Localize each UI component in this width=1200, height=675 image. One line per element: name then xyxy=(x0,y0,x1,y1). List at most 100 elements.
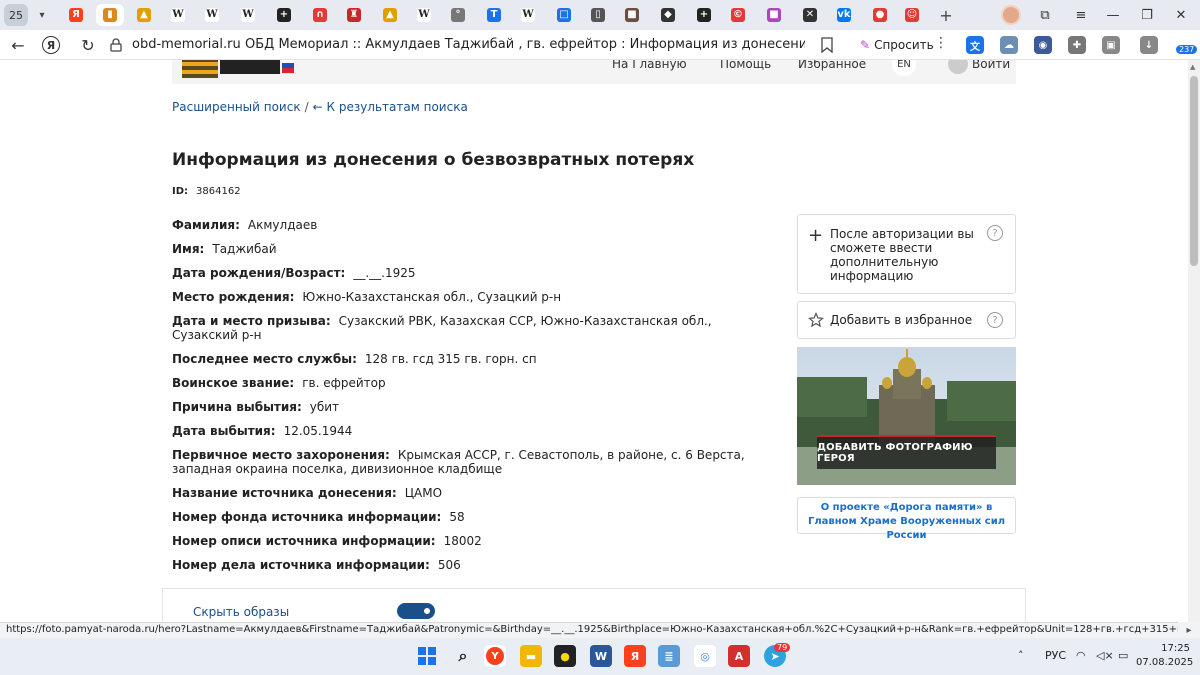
browser-tab[interactable]: + xyxy=(690,4,718,26)
volume-icon[interactable]: ◁× xyxy=(1096,649,1114,662)
page-scrollbar[interactable]: ▲ xyxy=(1188,60,1200,622)
browser-tab[interactable]: © xyxy=(724,4,752,26)
url-domain[interactable]: obd-memorial.ru xyxy=(132,37,241,52)
add-hero-photo-button[interactable]: ДОБАВИТЬ ФОТОГРАФИЮ ГЕРОЯ xyxy=(817,435,996,469)
browser-tab[interactable]: ▯ xyxy=(584,4,612,26)
add-favorite-button[interactable]: Добавить в избранное ? xyxy=(797,301,1016,339)
wikipedia-icon: W xyxy=(417,8,431,22)
wifi-icon[interactable]: ◠ xyxy=(1076,649,1086,662)
minimize-button[interactable]: — xyxy=(1098,4,1128,26)
collections-icon[interactable]: ⧉ xyxy=(1030,4,1060,26)
help-icon[interactable]: ? xyxy=(987,312,1003,328)
browser-tab[interactable]: W xyxy=(198,4,226,26)
back-to-results-link[interactable]: ← К результатам поиска xyxy=(313,100,468,114)
advanced-search-link[interactable]: Расширенный поиск xyxy=(172,100,301,114)
yandex-icon[interactable]: Я xyxy=(624,645,646,667)
yandex-browser-icon[interactable]: Y xyxy=(484,645,506,667)
input-language[interactable]: РУС xyxy=(1045,649,1066,662)
more-options-icon[interactable]: ⋮ xyxy=(934,35,948,51)
plus-icon[interactable]: + xyxy=(808,225,823,246)
browser-tab[interactable]: ▲ xyxy=(376,4,404,26)
browser-tab[interactable]: □ xyxy=(550,4,578,26)
login-link[interactable]: Войти xyxy=(972,60,1010,71)
profile-avatar[interactable] xyxy=(1001,5,1021,25)
close-window-button[interactable]: ✕ xyxy=(1166,4,1196,26)
browser-tab[interactable]: W xyxy=(514,4,542,26)
ask-label: Спросить xyxy=(874,38,934,52)
beeline-icon[interactable]: ● xyxy=(554,645,576,667)
diamond-icon: ◆ xyxy=(661,8,675,22)
search-icon[interactable]: ⌕ xyxy=(452,645,474,667)
notepad-icon[interactable]: ≣ xyxy=(658,645,680,667)
field-value: 128 гв. гсд 315 гв. горн. сп xyxy=(364,352,537,366)
nav-help-link[interactable]: Помощь xyxy=(720,60,771,71)
browser-tab[interactable]: W xyxy=(410,4,438,26)
puzzle-extension-icon[interactable]: ✚ xyxy=(1068,36,1086,54)
browser-tab[interactable]: W xyxy=(164,4,192,26)
windows-start-icon[interactable] xyxy=(416,645,438,667)
nav-favorites-link[interactable]: Избранное xyxy=(798,60,866,71)
browser-tab[interactable]: ■ xyxy=(618,4,646,26)
about-project-link[interactable]: О проекте «Дорога памяти» в Главном Храм… xyxy=(797,497,1016,541)
box-extension-icon[interactable]: ▣ xyxy=(1102,36,1120,54)
browser-tab[interactable]: Я xyxy=(62,4,90,26)
browser-tab[interactable]: ▮ xyxy=(96,4,124,26)
cloud-extension-icon[interactable]: ☁ xyxy=(1000,36,1018,54)
back-button[interactable]: ← xyxy=(6,34,30,56)
browser-tab[interactable]: ● xyxy=(866,4,894,26)
file-explorer-icon[interactable]: ▬ xyxy=(520,645,542,667)
language-switch[interactable]: EN xyxy=(892,60,916,76)
bookmark-icon[interactable] xyxy=(820,37,834,53)
browser-tab[interactable]: ✕ xyxy=(796,4,824,26)
browser-tab[interactable]: ◆ xyxy=(654,4,682,26)
chevron-down-icon[interactable]: ▾ xyxy=(32,4,52,26)
word-icon[interactable]: W xyxy=(590,645,612,667)
scroll-up-icon[interactable]: ▲ xyxy=(1190,63,1195,71)
browser-tab[interactable]: ∩ xyxy=(306,4,334,26)
reload-button[interactable]: ↻ xyxy=(76,34,100,56)
nav-home-link[interactable]: На Главную xyxy=(612,60,687,71)
browser-tab[interactable]: ° xyxy=(444,4,472,26)
download-icon[interactable]: ↓ xyxy=(1140,36,1158,54)
new-tab-button[interactable]: + xyxy=(936,4,956,26)
scrollbar-thumb[interactable] xyxy=(1190,76,1198,266)
record-field: Фамилия: Акмулдаев xyxy=(172,218,772,232)
toggle-knob xyxy=(422,606,432,616)
help-icon[interactable]: ? xyxy=(987,225,1003,241)
record-field: Последнее место службы: 128 гв. гсд 315 г… xyxy=(172,352,772,366)
menu-icon[interactable]: ≡ xyxy=(1066,4,1096,26)
browser-tab[interactable]: ☺ xyxy=(898,4,926,26)
browser-tab[interactable]: ■ xyxy=(760,4,788,26)
auth-note-box[interactable]: + После авторизации вы сможете ввести до… xyxy=(797,214,1016,294)
plus-square-icon: + xyxy=(277,8,291,22)
page-title-in-address[interactable]: ОБД Мемориал :: Акмулдаев Таджибай , гв.… xyxy=(245,37,805,52)
browser-tab[interactable]: + xyxy=(270,4,298,26)
tab-count-button[interactable]: 25 xyxy=(4,4,28,26)
user-icon[interactable] xyxy=(948,60,968,74)
tray-expand-icon[interactable]: ˄ xyxy=(1018,649,1024,662)
hide-images-toggle[interactable] xyxy=(397,603,435,619)
browser-tab[interactable]: T xyxy=(480,4,508,26)
maximize-button[interactable]: ❐ xyxy=(1132,4,1162,26)
translate-extension-icon[interactable]: 文 xyxy=(966,36,984,54)
hide-images-label[interactable]: Скрыть образы xyxy=(193,605,289,619)
field-label: Название источника донесения: xyxy=(172,486,397,500)
chrome-icon[interactable]: ◎ xyxy=(694,645,716,667)
tools-icon: ✕ xyxy=(803,8,817,22)
pdf-reader-icon[interactable]: A xyxy=(728,645,750,667)
scroll-right-icon[interactable]: ▸ xyxy=(1178,622,1200,638)
ask-ai-button[interactable]: ✎ Спросить xyxy=(854,35,940,55)
clock[interactable]: 17:25 07.08.2025 xyxy=(1136,642,1193,670)
yandex-logo-icon[interactable]: Я xyxy=(42,36,60,54)
shield-extension-icon[interactable]: ◉ xyxy=(1034,36,1052,54)
address-bar: ← Я ↻ obd-memorial.ru ОБД Мемориал :: Ак… xyxy=(0,30,1200,60)
browser-tab[interactable]: ♜ xyxy=(340,4,368,26)
cathedral-photo[interactable]: ДОБАВИТЬ ФОТОГРАФИЮ ГЕРОЯ xyxy=(797,347,1016,485)
browser-tab[interactable]: ▲ xyxy=(130,4,158,26)
arch-icon: ∩ xyxy=(313,8,327,22)
browser-tab[interactable]: W xyxy=(234,4,262,26)
battery-icon[interactable]: ▭ xyxy=(1118,649,1128,662)
obd-memorial-logo[interactable] xyxy=(182,60,316,78)
browser-tab[interactable]: vk xyxy=(830,4,858,26)
lock-icon[interactable] xyxy=(110,38,122,52)
